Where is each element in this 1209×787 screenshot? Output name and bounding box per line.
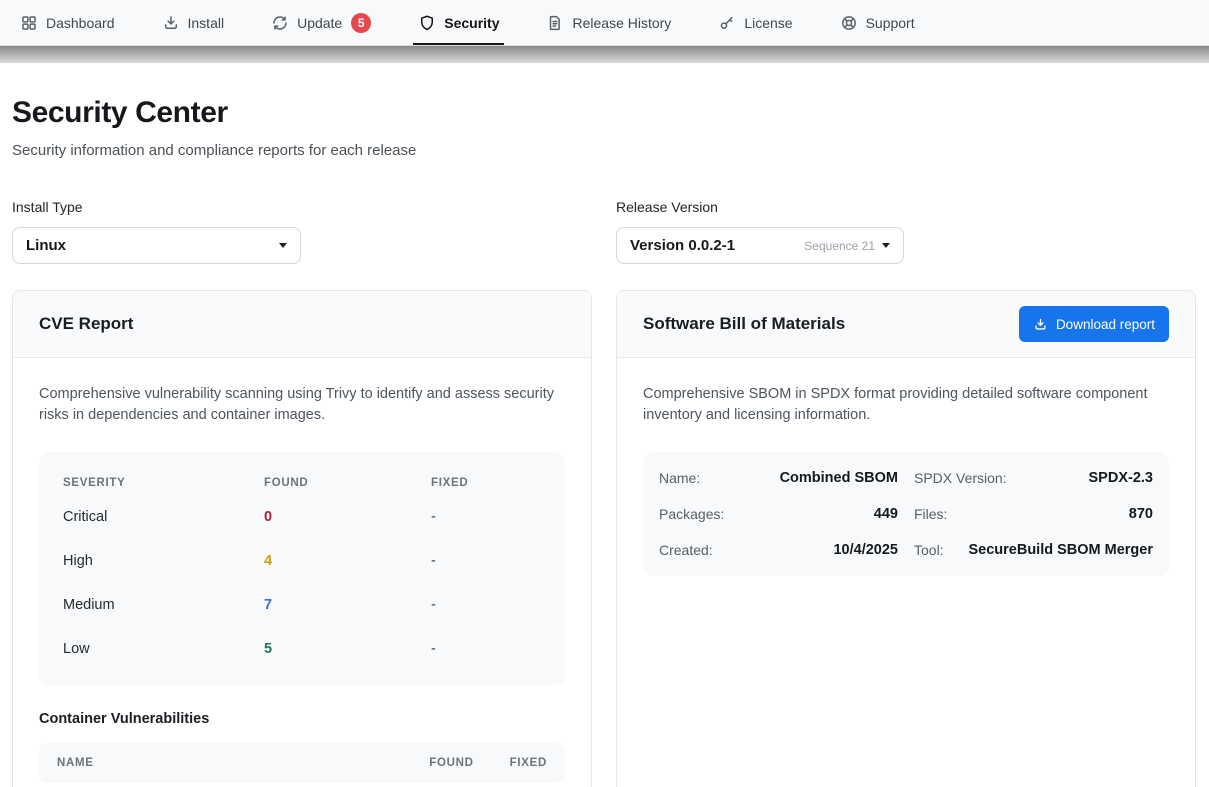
release-version-select[interactable]: Version 0.0.2-1 Sequence 21	[616, 227, 904, 264]
table-row: Medium 7 -	[63, 583, 541, 627]
col-fixed: FIXED	[510, 757, 547, 769]
nav-label: Release History	[572, 15, 671, 31]
table-row: Critical 0 -	[63, 495, 541, 539]
found-count: 7	[264, 597, 431, 613]
severity-label: High	[63, 553, 264, 569]
sbom-info-cell: Name: Combined SBOM	[659, 460, 898, 496]
download-report-label: Download report	[1056, 317, 1155, 332]
lifebuoy-icon	[840, 14, 858, 32]
download-icon	[162, 14, 180, 32]
info-value: 10/4/2025	[833, 542, 898, 558]
fixed-count: -	[431, 597, 541, 613]
fixed-count: -	[431, 553, 541, 569]
install-type-label: Install Type	[12, 199, 592, 215]
severity-label: Low	[63, 641, 264, 657]
cve-description: Comprehensive vulnerability scanning usi…	[39, 384, 561, 426]
page-title: Security Center	[12, 96, 1196, 130]
nav-label: License	[744, 15, 792, 31]
info-value: 449	[874, 506, 898, 522]
filters-row: Install Type Linux Release Version Versi…	[12, 199, 1196, 264]
sbom-info-cell: Packages: 449	[659, 496, 898, 532]
sbom-card-header: Software Bill of Materials Download repo…	[617, 291, 1195, 358]
update-count-badge: 5	[351, 13, 371, 33]
install-type-select[interactable]: Linux	[12, 227, 301, 264]
found-count: 0	[264, 509, 431, 525]
sbom-info-cell: Created: 10/4/2025	[659, 532, 898, 568]
nav-item-release-history[interactable]: Release History	[543, 0, 674, 45]
info-value: SecureBuild SBOM Merger	[968, 542, 1153, 558]
container-vulnerabilities-header: NAME FOUND FIXED	[39, 743, 565, 783]
sbom-info-cell: Files: 870	[914, 496, 1153, 532]
install-type-value: Linux	[26, 237, 66, 254]
cve-card-title: CVE Report	[39, 314, 133, 334]
container-vulnerabilities-title: Container Vulnerabilities	[39, 711, 565, 727]
sequence-badge: Sequence 21	[804, 239, 875, 253]
cve-card-header: CVE Report	[13, 291, 591, 358]
nav-label: Security	[444, 15, 499, 31]
info-label: Created:	[659, 542, 713, 558]
dashboard-icon	[20, 14, 38, 32]
info-label: Tool:	[914, 542, 944, 558]
sbom-info-cell: Tool: SecureBuild SBOM Merger	[914, 532, 1153, 568]
nav-label: Dashboard	[46, 15, 115, 31]
sbom-info-box: Name: Combined SBOM SPDX Version: SPDX-2…	[643, 452, 1169, 576]
chevron-down-icon	[279, 243, 287, 248]
severity-table: SEVERITY FOUND FIXED Critical 0 - High 4…	[39, 452, 565, 685]
fixed-count: -	[431, 509, 541, 525]
info-label: SPDX Version:	[914, 470, 1007, 486]
sbom-info-row: Name: Combined SBOM SPDX Version: SPDX-2…	[659, 460, 1153, 496]
sbom-info-row: Packages: 449 Files: 870	[659, 496, 1153, 532]
col-name: NAME	[57, 757, 393, 769]
nav-item-security[interactable]: Security	[415, 0, 502, 45]
col-found: FOUND	[429, 757, 473, 769]
nav-label: Install	[188, 15, 225, 31]
download-report-button[interactable]: Download report	[1019, 306, 1169, 342]
page-subtitle: Security information and compliance repo…	[12, 142, 1196, 159]
nav-item-install[interactable]: Install	[159, 0, 228, 45]
table-row: Low 5 -	[63, 627, 541, 671]
install-type-filter: Install Type Linux	[12, 199, 592, 264]
sbom-info-row: Created: 10/4/2025 Tool: SecureBuild SBO…	[659, 532, 1153, 568]
info-value: SPDX-2.3	[1089, 470, 1153, 486]
document-icon	[546, 14, 564, 32]
info-value: Combined SBOM	[780, 470, 898, 486]
download-icon	[1033, 317, 1048, 332]
fixed-count: -	[431, 641, 541, 657]
shield-icon	[418, 14, 436, 32]
nav-item-update[interactable]: Update 5	[268, 0, 374, 45]
info-label: Files:	[914, 506, 947, 522]
sbom-card: Software Bill of Materials Download repo…	[616, 290, 1196, 787]
release-version-label: Release Version	[616, 199, 1196, 215]
sbom-description: Comprehensive SBOM in SPDX format provid…	[643, 384, 1165, 426]
col-fixed: FIXED	[431, 477, 541, 489]
nav-item-dashboard[interactable]: Dashboard	[17, 0, 118, 45]
col-found: FOUND	[264, 477, 431, 489]
table-row: High 4 -	[63, 539, 541, 583]
key-icon	[718, 14, 736, 32]
found-count: 4	[264, 553, 431, 569]
release-version-value: Version 0.0.2-1	[630, 237, 735, 254]
info-label: Packages:	[659, 506, 724, 522]
severity-label: Medium	[63, 597, 264, 613]
severity-table-header: SEVERITY FOUND FIXED	[63, 471, 541, 495]
cve-report-card: CVE Report Comprehensive vulnerability s…	[12, 290, 592, 787]
col-severity: SEVERITY	[63, 477, 264, 489]
refresh-icon	[271, 14, 289, 32]
nav-label: Support	[866, 15, 915, 31]
severity-label: Critical	[63, 509, 264, 525]
info-value: 870	[1129, 506, 1153, 522]
sbom-card-title: Software Bill of Materials	[643, 314, 845, 334]
nav-item-license[interactable]: License	[715, 0, 795, 45]
nav-label: Update	[297, 15, 342, 31]
release-version-filter: Release Version Version 0.0.2-1 Sequence…	[616, 199, 1196, 264]
nav-item-support[interactable]: Support	[837, 0, 918, 45]
scroll-shadow-band	[0, 46, 1209, 63]
found-count: 5	[264, 641, 431, 657]
cards-row: CVE Report Comprehensive vulnerability s…	[12, 290, 1196, 787]
top-nav: Dashboard Install Update 5 Security Rele…	[0, 0, 1209, 46]
chevron-down-icon	[882, 243, 890, 248]
sbom-info-cell: SPDX Version: SPDX-2.3	[914, 460, 1153, 496]
info-label: Name:	[659, 470, 700, 486]
